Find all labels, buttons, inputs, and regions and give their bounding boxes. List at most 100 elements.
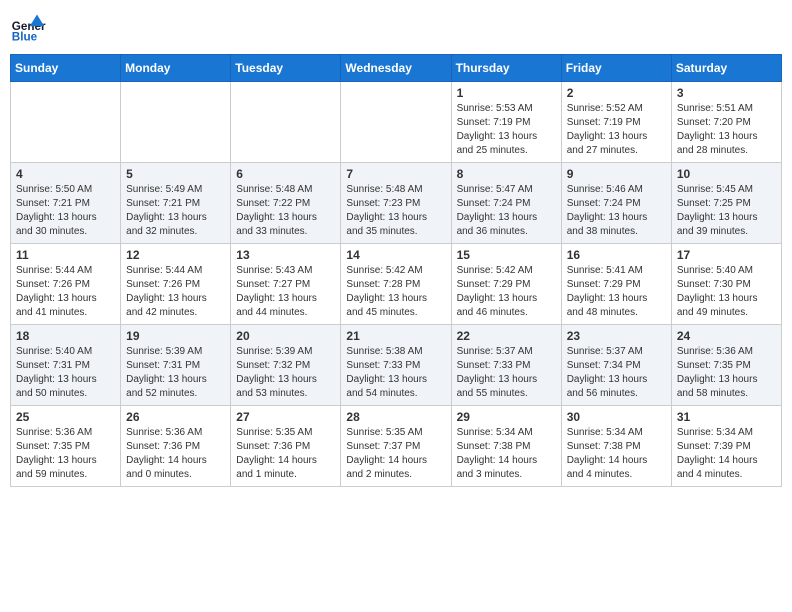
calendar-cell: 30Sunrise: 5:34 AMSunset: 7:38 PMDayligh… — [561, 406, 671, 487]
day-number: 3 — [677, 86, 776, 100]
day-info: Sunrise: 5:48 AMSunset: 7:23 PMDaylight:… — [346, 183, 445, 239]
day-number: 26 — [126, 410, 225, 424]
day-info: Sunrise: 5:34 AMSunset: 7:39 PMDaylight:… — [677, 426, 776, 482]
day-info: Sunrise: 5:46 AMSunset: 7:24 PMDaylight:… — [567, 183, 666, 239]
day-number: 5 — [126, 167, 225, 181]
calendar-cell: 23Sunrise: 5:37 AMSunset: 7:34 PMDayligh… — [561, 325, 671, 406]
day-number: 14 — [346, 248, 445, 262]
day-info: Sunrise: 5:35 AMSunset: 7:37 PMDaylight:… — [346, 426, 445, 482]
svg-text:Blue: Blue — [12, 31, 38, 44]
calendar-cell: 17Sunrise: 5:40 AMSunset: 7:30 PMDayligh… — [671, 244, 781, 325]
header-tuesday: Tuesday — [231, 55, 341, 82]
calendar-cell: 25 Sunrise: 5:36 AMSunset: 7:35 PMDayligh… — [11, 406, 121, 487]
day-number: 18 — [16, 329, 115, 343]
logo: General Blue — [10, 10, 46, 46]
day-info: Sunrise: 5:45 AMSunset: 7:25 PMDaylight:… — [677, 183, 776, 239]
calendar-cell — [121, 82, 231, 163]
calendar-cell: 24 Sunrise: 5:36 AMSunset: 7:35 PMDayligh… — [671, 325, 781, 406]
calendar-cell: 27 Sunrise: 5:35 AMSunset: 7:36 PMDayligh… — [231, 406, 341, 487]
day-number: 20 — [236, 329, 335, 343]
day-info: Sunrise: 5:38 AMSunset: 7:33 PMDaylight:… — [346, 345, 445, 401]
calendar-week-1: 1 Sunrise: 5:53 AMSunset: 7:19 PMDaylight… — [11, 82, 782, 163]
day-number: 2 — [567, 86, 666, 100]
day-info: Sunrise: 5:34 AMSunset: 7:38 PMDaylight:… — [457, 426, 556, 482]
calendar-cell: 20 Sunrise: 5:39 AMSunset: 7:32 PMDayligh… — [231, 325, 341, 406]
day-info: Sunrise: 5:37 AMSunset: 7:34 PMDaylight:… — [567, 345, 666, 401]
day-info: Sunrise: 5:39 AMSunset: 7:32 PMDaylight:… — [236, 345, 335, 401]
calendar-cell: 31 Sunrise: 5:34 AMSunset: 7:39 PMDayligh… — [671, 406, 781, 487]
day-number: 21 — [346, 329, 445, 343]
header-friday: Friday — [561, 55, 671, 82]
day-info: Sunrise: 5:40 AMSunset: 7:30 PMDaylight:… — [677, 264, 776, 320]
day-info: Sunrise: 5:36 AMSunset: 7:35 PMDaylight:… — [16, 426, 115, 482]
calendar-cell: 7 Sunrise: 5:48 AMSunset: 7:23 PMDaylight… — [341, 163, 451, 244]
day-info: Sunrise: 5:37 AMSunset: 7:33 PMDaylight:… — [457, 345, 556, 401]
day-number: 19 — [126, 329, 225, 343]
day-info: Sunrise: 5:36 AMSunset: 7:36 PMDaylight:… — [126, 426, 225, 482]
day-number: 4 — [16, 167, 115, 181]
day-info: Sunrise: 5:44 AMSunset: 7:26 PMDaylight:… — [126, 264, 225, 320]
day-number: 31 — [677, 410, 776, 424]
calendar-cell: 10 Sunrise: 5:45 AMSunset: 7:25 PMDayligh… — [671, 163, 781, 244]
logo-icon: General Blue — [10, 10, 46, 46]
day-info: Sunrise: 5:51 AMSunset: 7:20 PMDaylight:… — [677, 102, 776, 158]
calendar-cell: 15 Sunrise: 5:42 AMSunset: 7:29 PMDayligh… — [451, 244, 561, 325]
day-number: 28 — [346, 410, 445, 424]
day-info: Sunrise: 5:36 AMSunset: 7:35 PMDaylight:… — [677, 345, 776, 401]
day-info: Sunrise: 5:42 AMSunset: 7:28 PMDaylight:… — [346, 264, 445, 320]
day-info: Sunrise: 5:42 AMSunset: 7:29 PMDaylight:… — [457, 264, 556, 320]
day-number: 7 — [346, 167, 445, 181]
calendar-cell: 22 Sunrise: 5:37 AMSunset: 7:33 PMDayligh… — [451, 325, 561, 406]
calendar-cell: 9 Sunrise: 5:46 AMSunset: 7:24 PMDaylight… — [561, 163, 671, 244]
calendar-cell: 5 Sunrise: 5:49 AMSunset: 7:21 PMDaylight… — [121, 163, 231, 244]
calendar-cell: 26 Sunrise: 5:36 AMSunset: 7:36 PMDayligh… — [121, 406, 231, 487]
header-sunday: Sunday — [11, 55, 121, 82]
day-info: Sunrise: 5:52 AMSunset: 7:19 PMDaylight:… — [567, 102, 666, 158]
header-saturday: Saturday — [671, 55, 781, 82]
day-number: 15 — [457, 248, 556, 262]
day-number: 16 — [567, 248, 666, 262]
day-info: Sunrise: 5:35 AMSunset: 7:36 PMDaylight:… — [236, 426, 335, 482]
calendar-header-row: SundayMondayTuesdayWednesdayThursdayFrid… — [11, 55, 782, 82]
calendar-cell — [231, 82, 341, 163]
calendar-table: SundayMondayTuesdayWednesdayThursdayFrid… — [10, 54, 782, 487]
calendar-cell: 3 Sunrise: 5:51 AMSunset: 7:20 PMDaylight… — [671, 82, 781, 163]
calendar-week-5: 25 Sunrise: 5:36 AMSunset: 7:35 PMDayligh… — [11, 406, 782, 487]
calendar-cell: 21 Sunrise: 5:38 AMSunset: 7:33 PMDayligh… — [341, 325, 451, 406]
day-info: Sunrise: 5:39 AMSunset: 7:31 PMDaylight:… — [126, 345, 225, 401]
day-number: 1 — [457, 86, 556, 100]
calendar-cell: 18 Sunrise: 5:40 AMSunset: 7:31 PMDayligh… — [11, 325, 121, 406]
day-info: Sunrise: 5:43 AMSunset: 7:27 PMDaylight:… — [236, 264, 335, 320]
calendar-cell — [11, 82, 121, 163]
calendar-week-4: 18 Sunrise: 5:40 AMSunset: 7:31 PMDayligh… — [11, 325, 782, 406]
calendar-cell: 19 Sunrise: 5:39 AMSunset: 7:31 PMDayligh… — [121, 325, 231, 406]
header-wednesday: Wednesday — [341, 55, 451, 82]
calendar-week-2: 4Sunrise: 5:50 AMSunset: 7:21 PMDaylight… — [11, 163, 782, 244]
calendar-cell: 16Sunrise: 5:41 AMSunset: 7:29 PMDayligh… — [561, 244, 671, 325]
day-number: 12 — [126, 248, 225, 262]
day-info: Sunrise: 5:47 AMSunset: 7:24 PMDaylight:… — [457, 183, 556, 239]
day-number: 11 — [16, 248, 115, 262]
calendar-week-3: 11 Sunrise: 5:44 AMSunset: 7:26 PMDayligh… — [11, 244, 782, 325]
calendar-cell: 29Sunrise: 5:34 AMSunset: 7:38 PMDayligh… — [451, 406, 561, 487]
page-header: General Blue — [10, 10, 782, 46]
day-number: 9 — [567, 167, 666, 181]
header-monday: Monday — [121, 55, 231, 82]
calendar-cell: 4Sunrise: 5:50 AMSunset: 7:21 PMDaylight… — [11, 163, 121, 244]
day-info: Sunrise: 5:34 AMSunset: 7:38 PMDaylight:… — [567, 426, 666, 482]
day-number: 10 — [677, 167, 776, 181]
calendar-cell: 11Sunrise: 5:44 AMSunset: 7:26 PMDayligh… — [11, 244, 121, 325]
day-number: 27 — [236, 410, 335, 424]
day-info: Sunrise: 5:48 AMSunset: 7:22 PMDaylight:… — [236, 183, 335, 239]
day-number: 8 — [457, 167, 556, 181]
day-number: 6 — [236, 167, 335, 181]
day-info: Sunrise: 5:53 AMSunset: 7:19 PMDaylight:… — [457, 102, 556, 158]
day-number: 25 — [16, 410, 115, 424]
day-number: 22 — [457, 329, 556, 343]
calendar-cell: 6 Sunrise: 5:48 AMSunset: 7:22 PMDaylight… — [231, 163, 341, 244]
calendar-cell: 28 Sunrise: 5:35 AMSunset: 7:37 PMDayligh… — [341, 406, 451, 487]
calendar-cell: 2 Sunrise: 5:52 AMSunset: 7:19 PMDaylight… — [561, 82, 671, 163]
day-number: 24 — [677, 329, 776, 343]
day-info: Sunrise: 5:40 AMSunset: 7:31 PMDaylight:… — [16, 345, 115, 401]
day-info: Sunrise: 5:49 AMSunset: 7:21 PMDaylight:… — [126, 183, 225, 239]
